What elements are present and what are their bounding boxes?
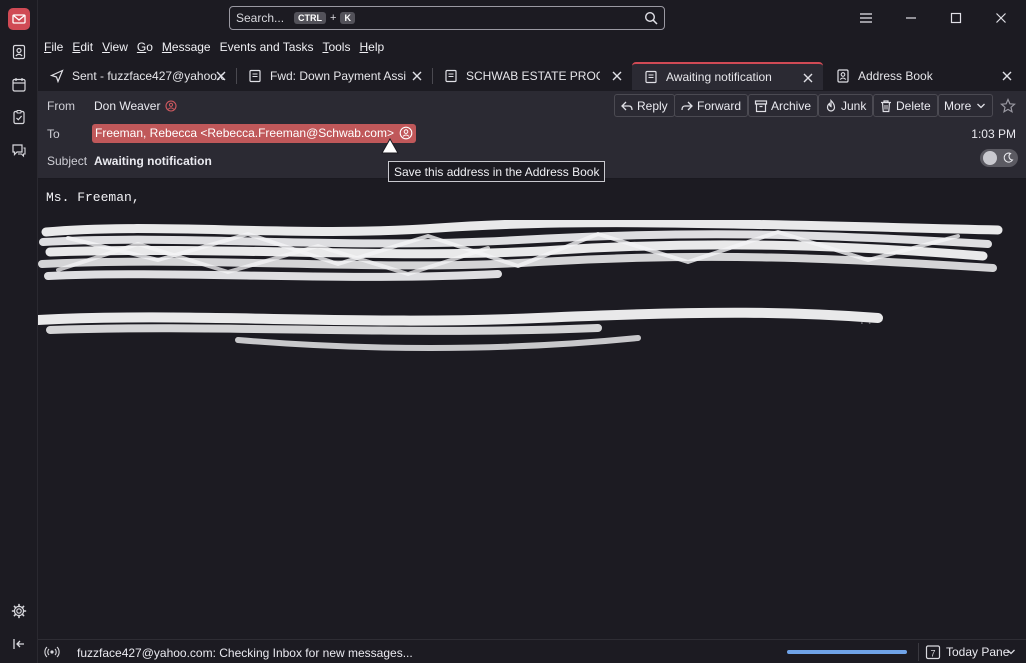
search-icon[interactable] xyxy=(644,11,658,25)
address-book-space-icon[interactable] xyxy=(7,40,31,64)
tab-label: Fwd: Down Payment Assistance xyxy=(270,69,406,83)
tab-label: Sent - fuzzface427@yahoo.com xyxy=(72,69,224,83)
to-recipient-pill[interactable]: Freeman, Rebecca <Rebecca.Freeman@Schwab… xyxy=(92,124,416,143)
svg-text:7: 7 xyxy=(930,649,935,659)
app-menu-hamburger-icon[interactable] xyxy=(854,6,878,30)
maximize-icon[interactable] xyxy=(944,6,968,30)
tab-awaiting-notification[interactable]: Awaiting notification xyxy=(632,62,823,90)
tooltip-pointer-icon xyxy=(381,138,399,154)
delete-label: Delete xyxy=(896,98,931,113)
junk-label: Junk xyxy=(841,98,867,113)
moon-icon xyxy=(1003,152,1014,163)
svg-text:..: .. xyxy=(858,313,874,328)
spaces-toolbar xyxy=(0,0,38,663)
reply-icon xyxy=(621,101,633,110)
star-icon[interactable] xyxy=(1000,98,1016,114)
menu-bar: File Edit View Go Message Events and Tas… xyxy=(38,36,1026,58)
tab-label: SCHWAB ESTATE PROCESS xyxy=(466,69,600,83)
mail-space-icon[interactable] xyxy=(8,8,30,30)
chevron-down-icon[interactable] xyxy=(1006,647,1016,657)
close-tab-icon[interactable] xyxy=(1000,69,1014,83)
dark-mode-toggle[interactable] xyxy=(980,149,1018,167)
progress-fill xyxy=(787,650,907,654)
collapse-spaces-icon[interactable] xyxy=(7,632,31,656)
today-pane-label: Today Pane xyxy=(946,645,1010,659)
shortcut-ctrl-badge: CTRL xyxy=(294,12,327,24)
reply-button[interactable]: Reply xyxy=(614,94,675,117)
add-contact-icon[interactable] xyxy=(399,126,413,140)
menu-file[interactable]: File xyxy=(44,40,63,54)
junk-button[interactable]: Junk xyxy=(818,94,874,117)
toggle-knob xyxy=(983,151,997,165)
to-label: To xyxy=(47,127,60,141)
trash-icon xyxy=(881,99,891,112)
delete-button[interactable]: Delete xyxy=(873,94,938,117)
tab-schwab-estate-process[interactable]: SCHWAB ESTATE PROCESS xyxy=(432,62,632,90)
message-icon xyxy=(249,69,261,83)
menu-help[interactable]: Help xyxy=(359,40,384,54)
message-icon xyxy=(445,69,457,83)
close-tab-icon[interactable] xyxy=(801,71,815,85)
progress-bar xyxy=(787,650,907,654)
menu-go[interactable]: Go xyxy=(137,40,153,54)
close-tab-icon[interactable] xyxy=(410,69,424,83)
archive-label: Archive xyxy=(771,98,812,113)
more-button[interactable]: More xyxy=(938,94,994,117)
message-body: Ms. Freeman, .. xyxy=(38,180,1026,639)
tab-label: Address Book xyxy=(858,69,933,83)
greeting-text: Ms. Freeman, xyxy=(46,190,140,205)
title-bar: Search... CTRL + K xyxy=(38,0,1026,36)
menu-message[interactable]: Message xyxy=(162,40,211,54)
close-tab-icon[interactable] xyxy=(214,69,228,83)
chat-space-icon[interactable] xyxy=(7,138,31,162)
calendar-day-icon: 7 xyxy=(925,645,941,660)
contact-icon[interactable] xyxy=(165,100,178,112)
forward-icon xyxy=(681,101,693,110)
menu-edit[interactable]: Edit xyxy=(72,40,93,54)
tab-label: Awaiting notification xyxy=(666,70,772,84)
today-pane-button[interactable]: 7 Today Pane xyxy=(918,643,1009,661)
menu-view[interactable]: View xyxy=(102,40,128,54)
tab-fwd-down-payment[interactable]: Fwd: Down Payment Assistance xyxy=(236,62,432,90)
shortcut-k-badge: K xyxy=(340,12,355,24)
subject-label: Subject xyxy=(47,154,88,168)
redaction-scribble: .. xyxy=(38,220,1003,351)
send-icon xyxy=(50,69,64,83)
from-label: From xyxy=(47,99,75,113)
search-input[interactable]: Search... CTRL + K xyxy=(229,6,665,30)
status-text: fuzzface427@yahoo.com: Checking Inbox fo… xyxy=(77,646,413,660)
tab-sent[interactable]: Sent - fuzzface427@yahoo.com xyxy=(38,62,236,90)
activity-broadcast-icon[interactable] xyxy=(44,644,60,660)
tab-bar: Sent - fuzzface427@yahoo.com Fwd: Down P… xyxy=(38,60,1026,91)
forward-label: Forward xyxy=(697,98,742,113)
tasks-space-icon[interactable] xyxy=(7,105,31,129)
menu-tools[interactable]: Tools xyxy=(322,40,350,54)
from-sender[interactable]: Don Weaver xyxy=(94,99,178,113)
calendar-space-icon[interactable] xyxy=(7,73,31,97)
menu-events-and-tasks[interactable]: Events and Tasks xyxy=(220,40,314,54)
message-time: 1:03 PM xyxy=(971,127,1016,141)
status-bar: fuzzface427@yahoo.com: Checking Inbox fo… xyxy=(38,639,1026,663)
chevron-down-icon xyxy=(977,103,986,108)
close-window-icon[interactable] xyxy=(989,6,1013,30)
tab-address-book[interactable]: Address Book xyxy=(824,62,1022,90)
minimize-icon[interactable] xyxy=(899,6,923,30)
settings-gear-icon[interactable] xyxy=(7,599,31,623)
from-name: Don Weaver xyxy=(94,99,161,113)
subject-value: Awaiting notification xyxy=(94,154,212,168)
to-recipient: Freeman, Rebecca <Rebecca.Freeman@Schwab… xyxy=(95,126,394,140)
reply-label: Reply xyxy=(637,98,668,113)
save-address-tooltip: Save this address in the Address Book xyxy=(388,161,606,182)
archive-button[interactable]: Archive xyxy=(748,94,819,117)
close-tab-icon[interactable] xyxy=(610,69,624,83)
shortcut-plus: + xyxy=(330,12,337,24)
archive-icon xyxy=(754,99,768,112)
address-book-icon xyxy=(837,69,849,83)
message-icon xyxy=(645,70,657,84)
forward-button[interactable]: Forward xyxy=(674,94,749,117)
search-placeholder: Search... xyxy=(236,11,285,25)
more-label: More xyxy=(944,98,972,113)
junk-flame-icon xyxy=(826,98,836,112)
